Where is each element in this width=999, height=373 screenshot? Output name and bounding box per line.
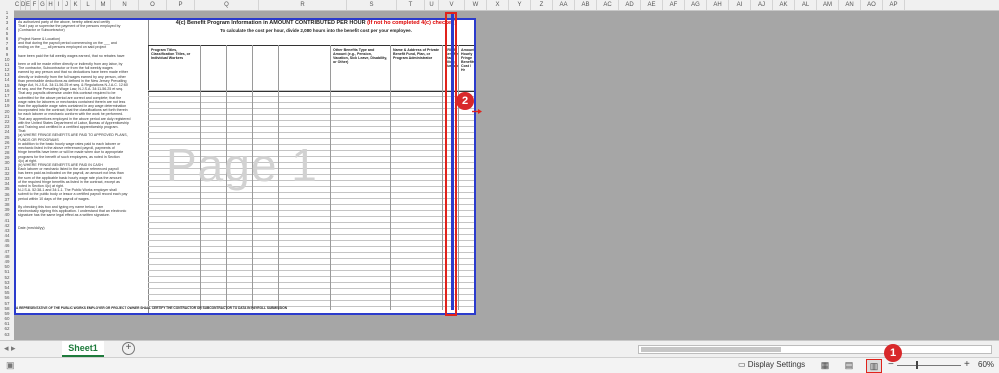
certification-text: As authorized party of the above, hereby… [16,20,149,313]
column-header-am[interactable]: AM [817,0,839,10]
column-header-j[interactable]: J [63,0,71,10]
column-header-bar: C D E F G H I J K L M N O P Q R S T U V W X Y Z AA AB AC AD AE AF AG AH… [0,0,999,11]
column-header-ak[interactable]: AK [773,0,795,10]
column-header-aj[interactable]: AJ [751,0,773,10]
column-header-l[interactable]: L [81,0,96,10]
column-header-p[interactable]: P [167,0,195,10]
highlight-column-s [445,12,457,316]
zoom-slider[interactable] [897,365,961,366]
column-header-ac[interactable]: AC [597,0,619,10]
column-header-n[interactable]: N [111,0,139,10]
column-header-u[interactable]: U [425,0,439,10]
page-subtitle: To calculate the cost per hour, divide 2… [220,28,412,33]
macro-record-icon[interactable]: ▣ [6,360,15,371]
add-sheet-button[interactable]: + [122,342,135,355]
certification-line: Date (mm/dd/yy) [18,225,45,230]
column-header-w[interactable]: W [465,0,487,10]
column-header-al[interactable]: AL [795,0,817,10]
row-header[interactable]: 63 [0,332,14,337]
zoom-level[interactable]: 60% [978,360,994,369]
display-settings-label: Display Settings [747,360,806,369]
column-header-ai[interactable]: AI [729,0,751,10]
column-header-h[interactable]: H [47,0,55,10]
column-header-ab[interactable]: AB [575,0,597,10]
sheet-nav-arrows[interactable]: ◂ ▸ [4,343,16,354]
column-header-ao[interactable]: AO [861,0,883,10]
page-title: 4(c) Benefit Program Information in AMOU… [156,20,474,26]
column-header-z[interactable]: Z [531,0,553,10]
scrollbar-thumb[interactable] [641,347,781,352]
sheet-tab-sheet1[interactable]: Sheet1 [62,341,104,357]
annotation-badge-1: 1 [884,344,902,362]
title-note: (If not ho completed 4(c) checked) [367,20,457,26]
column-header-ad[interactable]: AD [619,0,641,10]
column-header-x[interactable]: X [487,0,509,10]
sheet-tab-bar: ◂ ▸ Sheet1 + [0,340,999,357]
column-header-r[interactable]: R [259,0,347,10]
drag-arrow-icon [472,109,482,114]
zoom-in-button[interactable]: + [964,359,970,370]
column-header-af[interactable]: AF [663,0,685,10]
column-header-k[interactable]: K [71,0,81,10]
column-header-t[interactable]: T [397,0,425,10]
status-bar: ▣ ▭ Display Settings ▦ ▤ ▥ − + 60% [0,357,999,373]
column-header-c[interactable]: C [14,0,21,10]
column-header-ah[interactable]: AH [707,0,729,10]
zoom-slider-knob[interactable] [916,361,918,369]
title-main: 4(c) Benefit Program Information in AMOU… [175,20,366,26]
column-header-aa[interactable]: AA [553,0,575,10]
column-header-ap[interactable]: AP [883,0,905,10]
normal-view-button[interactable]: ▦ [818,359,832,371]
column-header-ae[interactable]: AE [641,0,663,10]
annotation-badge-2: 2 [456,92,474,110]
monitor-icon: ▭ [738,360,748,369]
column-header-o[interactable]: O [139,0,167,10]
column-header-g[interactable]: G [39,0,47,10]
row-header-bar: 1 2 3 4 5 6 7 8 9 10 11 12 13 14 15 16 17 18 19 20 21 22 23 24 2… [0,10,15,340]
page-break-preview-button[interactable]: ▥ [866,359,882,373]
column-header-an[interactable]: AN [839,0,861,10]
column-header-ag[interactable]: AG [685,0,707,10]
print-page[interactable]: As authorized party of the above, hereby… [14,18,476,315]
column-header-y[interactable]: Y [509,0,531,10]
page-footer: A REPRESENTATIVE OF THE PUBLIC WORKS EMP… [16,306,288,310]
page-watermark: Page 1 [166,139,318,191]
column-header-v[interactable]: V [439,0,465,10]
column-header-s[interactable]: S [347,0,397,10]
column-header-i[interactable]: I [55,0,63,10]
column-header-m[interactable]: M [96,0,111,10]
horizontal-scrollbar[interactable] [638,345,992,354]
page-layout-view-button[interactable]: ▤ [842,359,856,371]
column-header-q[interactable]: Q [195,0,259,10]
column-header-f[interactable]: F [31,0,39,10]
display-settings-button[interactable]: ▭ Display Settings [738,360,805,369]
